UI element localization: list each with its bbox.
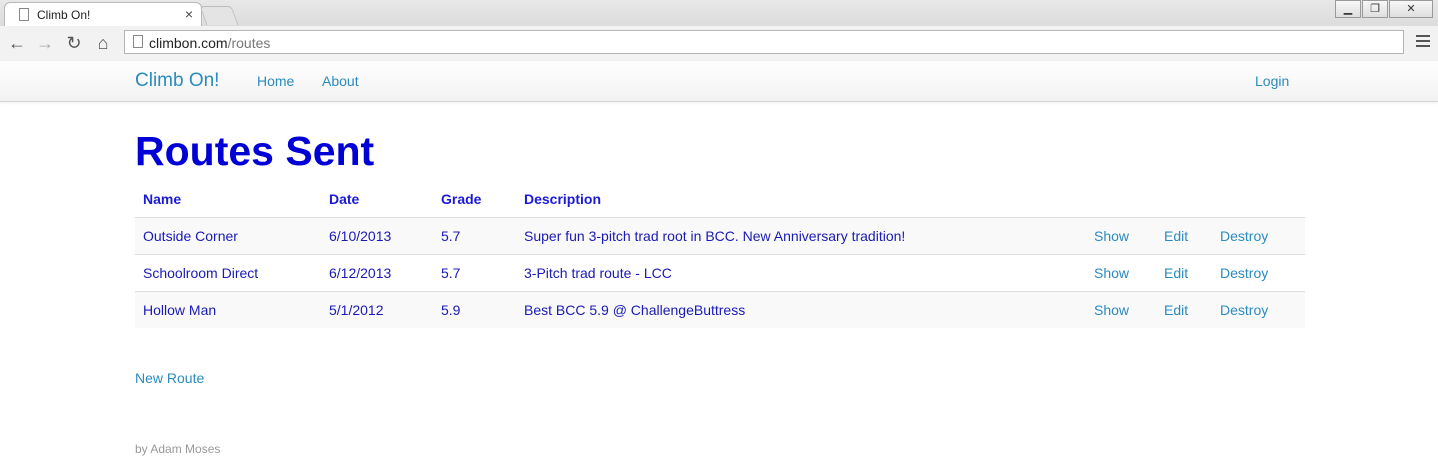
edit-link[interactable]: Edit [1156, 291, 1212, 328]
show-link[interactable]: Show [1086, 217, 1156, 255]
address-bar[interactable]: climbon.com/routes [124, 30, 1404, 54]
footer-credit: by Adam Moses [135, 442, 221, 456]
brand-link[interactable]: Climb On! [135, 70, 219, 92]
page-title: Routes Sent [135, 128, 375, 174]
route-description: Best BCC 5.9 @ ChallengeButtress [516, 291, 1086, 328]
table-row: Outside Corner 6/10/2013 5.7 Super fun 3… [135, 217, 1305, 255]
route-date: 6/10/2013 [321, 217, 433, 255]
page-icon [133, 35, 143, 48]
restore-icon[interactable]: ❐ [1362, 0, 1388, 18]
destroy-link[interactable]: Destroy [1212, 291, 1305, 328]
route-name: Schoolroom Direct [135, 254, 321, 292]
route-name: Hollow Man [135, 291, 321, 328]
back-icon[interactable]: ← [6, 32, 28, 54]
reload-icon[interactable]: ↻ [63, 32, 85, 54]
close-icon[interactable]: × [185, 6, 193, 22]
route-grade: 5.9 [433, 291, 516, 328]
minimize-icon[interactable]: ▁ [1335, 0, 1361, 18]
route-date: 5/1/2012 [321, 291, 433, 328]
table-row: Schoolroom Direct 6/12/2013 5.7 3-Pitch … [135, 254, 1305, 292]
tab-title: Climb On! [37, 8, 91, 22]
edit-link[interactable]: Edit [1156, 217, 1212, 255]
route-date: 6/12/2013 [321, 254, 433, 292]
header-grade: Grade [441, 190, 482, 207]
nav-about-link[interactable]: About [322, 73, 359, 89]
edit-link[interactable]: Edit [1156, 254, 1212, 292]
route-grade: 5.7 [433, 254, 516, 292]
window-close-icon[interactable]: ✕ [1389, 0, 1433, 18]
new-tab-button[interactable] [199, 6, 239, 25]
browser-tabstrip: Climb On! × ▁ ❐ ✕ [0, 0, 1438, 27]
routes-table: Name Date Grade Description Outside Corn… [135, 180, 1305, 328]
destroy-link[interactable]: Destroy [1212, 217, 1305, 255]
show-link[interactable]: Show [1086, 254, 1156, 292]
menu-icon[interactable] [1416, 35, 1430, 49]
route-description: Super fun 3-pitch trad root in BCC. New … [516, 217, 1086, 255]
header-blank [1086, 180, 1156, 218]
forward-icon[interactable]: → [34, 32, 56, 54]
header-description: Description [524, 190, 602, 207]
new-route-link[interactable]: New Route [135, 370, 204, 386]
route-description: 3-Pitch trad route - LCC [516, 254, 1086, 292]
url-text: climbon.com/routes [149, 35, 270, 51]
route-grade: 5.7 [433, 217, 516, 255]
page-icon [19, 8, 29, 21]
site-navbar: Climb On! Home About Login [0, 61, 1438, 102]
login-link[interactable]: Login [1255, 73, 1289, 89]
url-path: /routes [227, 35, 271, 51]
nav-home-link[interactable]: Home [257, 73, 294, 89]
header-date: Date [329, 190, 360, 207]
home-icon[interactable]: ⌂ [92, 32, 114, 54]
browser-tab[interactable]: Climb On! × [4, 2, 202, 27]
table-header-row: Name Date Grade Description [135, 180, 1305, 218]
header-blank [1156, 180, 1212, 218]
header-name: Name [143, 190, 182, 207]
show-link[interactable]: Show [1086, 291, 1156, 328]
browser-toolbar: ← → ↻ ⌂ climbon.com/routes [0, 26, 1438, 62]
url-domain: climbon.com [149, 35, 228, 51]
table-row: Hollow Man 5/1/2012 5.9 Best BCC 5.9 @ C… [135, 291, 1305, 328]
header-blank [1212, 180, 1305, 218]
route-name: Outside Corner [135, 217, 321, 255]
destroy-link[interactable]: Destroy [1212, 254, 1305, 292]
